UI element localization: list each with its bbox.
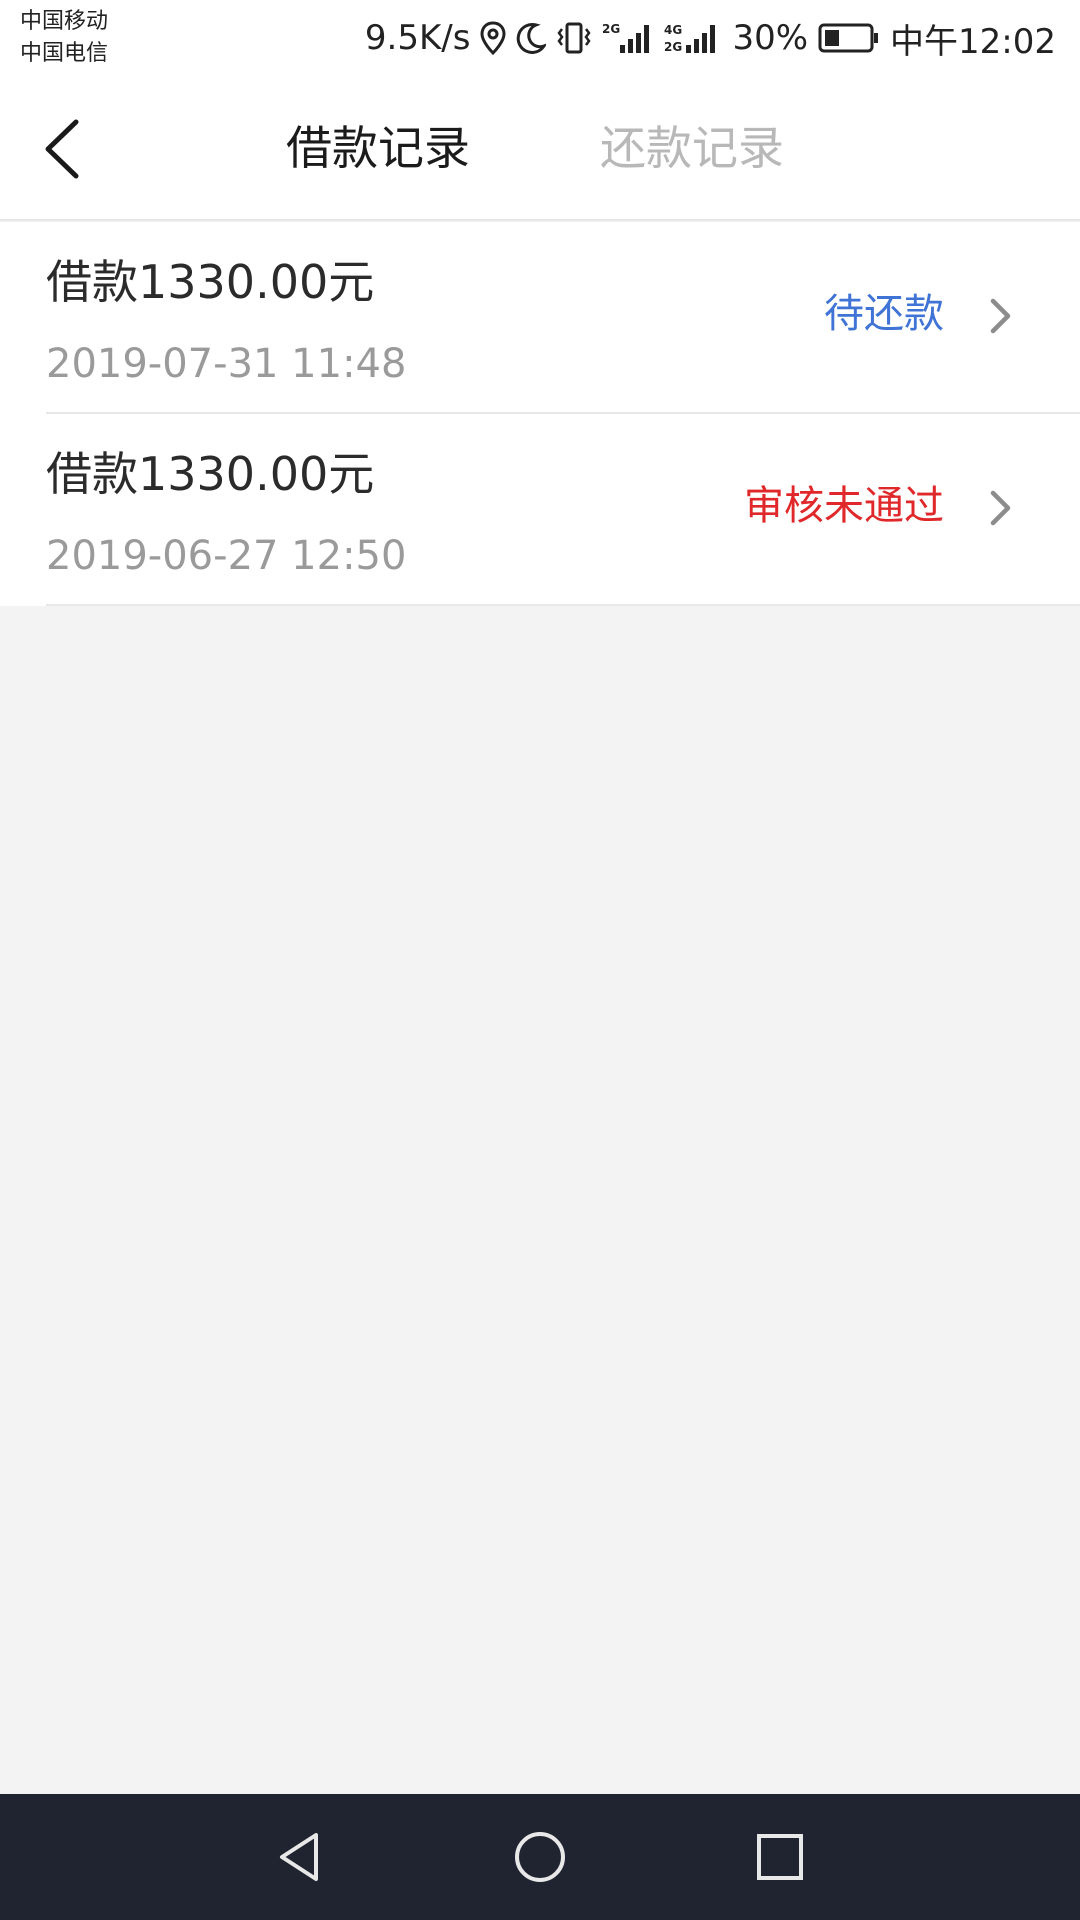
divider [46,604,1080,606]
nav-home-button[interactable] [510,1827,570,1887]
back-button[interactable] [38,114,90,184]
carrier-2: 中国电信 [20,41,109,66]
vibrate-icon [556,21,592,55]
nav-recents-button[interactable] [750,1827,810,1887]
square-recents-icon [757,1834,803,1880]
tab-repayment-records[interactable]: 还款记录 [600,116,784,180]
navigation-bar [0,1794,1080,1920]
list-item[interactable]: 借款1330.00元 2019-06-27 12:50 审核未通过 [0,414,1080,606]
loan-title: 借款1330.00元 [46,447,375,501]
list-item[interactable]: 借款1330.00元 2019-07-31 11:48 待还款 [0,222,1080,414]
chevron-right-icon [990,490,1011,526]
loan-title: 借款1330.00元 [46,255,375,309]
loan-date: 2019-06-27 12:50 [46,533,407,579]
screen: 中国移动 中国电信 9.5K/s 2G 4G 2G 30% 中午12:02 借款… [0,0,1080,1920]
status-icons: 9.5K/s 2G 4G 2G 30% 中午12:02 [365,14,1056,62]
circle-home-icon [515,1832,565,1882]
triangle-back-icon [280,1833,318,1881]
nav-back-button[interactable] [270,1827,330,1887]
svg-text:2G: 2G [664,40,682,54]
signal-2g-icon: 2G [602,21,654,55]
header: 借款记录 还款记录 [0,76,1080,221]
svg-text:2G: 2G [602,22,620,36]
tab-loan-records[interactable]: 借款记录 [286,116,470,180]
battery-percent: 30% [732,18,809,58]
clock: 中午12:02 [890,21,1056,62]
battery-icon [818,22,880,54]
location-icon [480,21,506,55]
signal-4g-icon: 4G 2G [664,21,722,55]
net-speed: 9.5K/s [364,18,471,58]
status-bar: 中国移动 中国电信 9.5K/s 2G 4G 2G 30% 中午12:02 [0,0,1080,76]
loan-record-list: 借款1330.00元 2019-07-31 11:48 待还款 借款1330.0… [0,222,1080,606]
svg-text:4G: 4G [664,23,682,37]
moon-icon [516,22,547,54]
status-badge: 审核未通过 [744,483,944,529]
status-badge: 待还款 [824,291,944,337]
loan-date: 2019-07-31 11:48 [46,341,407,387]
carrier-1: 中国移动 [20,9,109,34]
chevron-right-icon [990,298,1011,334]
carriers: 中国移动 中国电信 [20,6,108,70]
chevron-left-icon [45,119,79,179]
